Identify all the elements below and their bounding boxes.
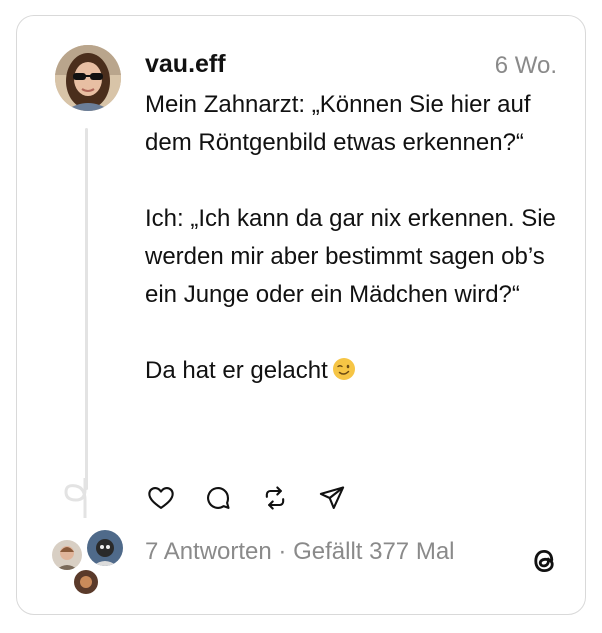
heart-icon [148,487,174,509]
share-icon [319,486,345,509]
reply-avatar [72,568,100,596]
post-stats: 7 Antworten · Gefällt 377 Mal [145,538,455,566]
like-button[interactable] [145,482,177,514]
replies-count[interactable]: 7 Antworten [145,538,272,565]
reply-button[interactable] [202,482,234,514]
likes-count[interactable]: Gefällt 377 Mal [293,538,454,565]
repost-icon [265,486,285,510]
author-avatar[interactable] [55,45,121,111]
comment-icon [207,487,230,509]
reply-avatar [50,538,84,572]
post-paragraph: Ich: „Ich kann da gar nix erkennen. Sie … [145,205,556,308]
winking-face-emoji-icon [332,358,355,380]
post-paragraph-last: Da hat er gelacht [145,352,565,390]
threads-logo-icon[interactable] [527,544,561,578]
post-timestamp[interactable]: 6 Wo. [495,52,557,80]
share-button[interactable] [316,482,348,514]
post-body: Mein Zahnarzt: „Können Sie hier auf dem … [145,86,565,390]
post-card: vau.eff 6 Wo. Mein Zahnarzt: „Können Sie… [16,15,586,615]
author-username[interactable]: vau.eff [145,50,226,79]
thread-line [85,128,88,490]
repost-button[interactable] [259,482,291,514]
stats-separator: · [271,538,294,565]
post-paragraph: Mein Zahnarzt: „Können Sie hier auf dem … [145,91,531,156]
reply-avatar [85,528,125,568]
thread-loop-icon [64,478,87,518]
post-paragraph-text: Da hat er gelacht [145,357,328,384]
action-bar [145,482,348,514]
reply-avatars[interactable] [50,528,125,596]
